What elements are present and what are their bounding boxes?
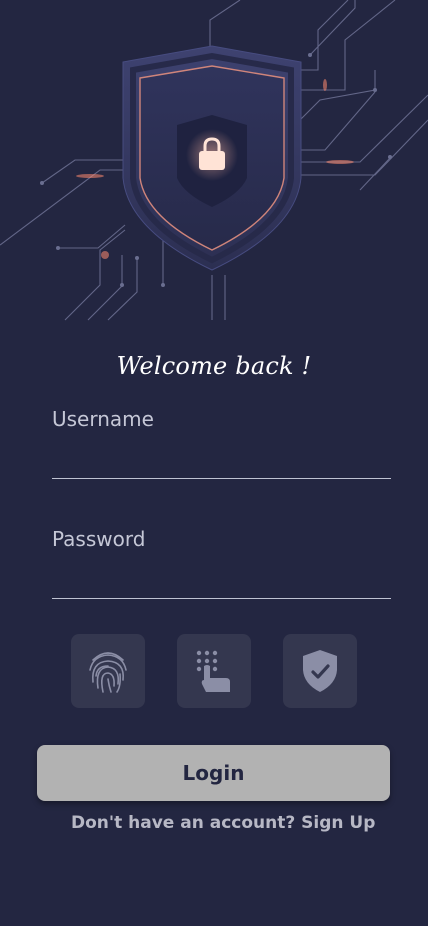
username-field[interactable]: Username <box>52 407 391 479</box>
password-input[interactable] <box>52 563 391 591</box>
touch-keypad-icon <box>196 650 230 692</box>
shield-check-icon <box>303 650 337 692</box>
fingerprint-login-button[interactable] <box>71 634 145 708</box>
password-label: Password <box>52 527 146 551</box>
login-button[interactable]: Login <box>37 745 390 801</box>
shield-lock-illustration <box>0 0 428 321</box>
password-field[interactable]: Password <box>52 527 391 599</box>
password-underline <box>52 598 391 599</box>
touch-keypad-button[interactable] <box>177 634 251 708</box>
fingerprint-icon <box>89 652 127 693</box>
security-verify-button[interactable] <box>283 634 357 708</box>
username-label: Username <box>52 407 154 431</box>
username-input[interactable] <box>52 443 391 471</box>
welcome-heading: Welcome back ! <box>116 352 312 380</box>
signup-link[interactable]: Don't have an account? Sign Up <box>71 813 375 833</box>
username-underline <box>52 478 391 479</box>
